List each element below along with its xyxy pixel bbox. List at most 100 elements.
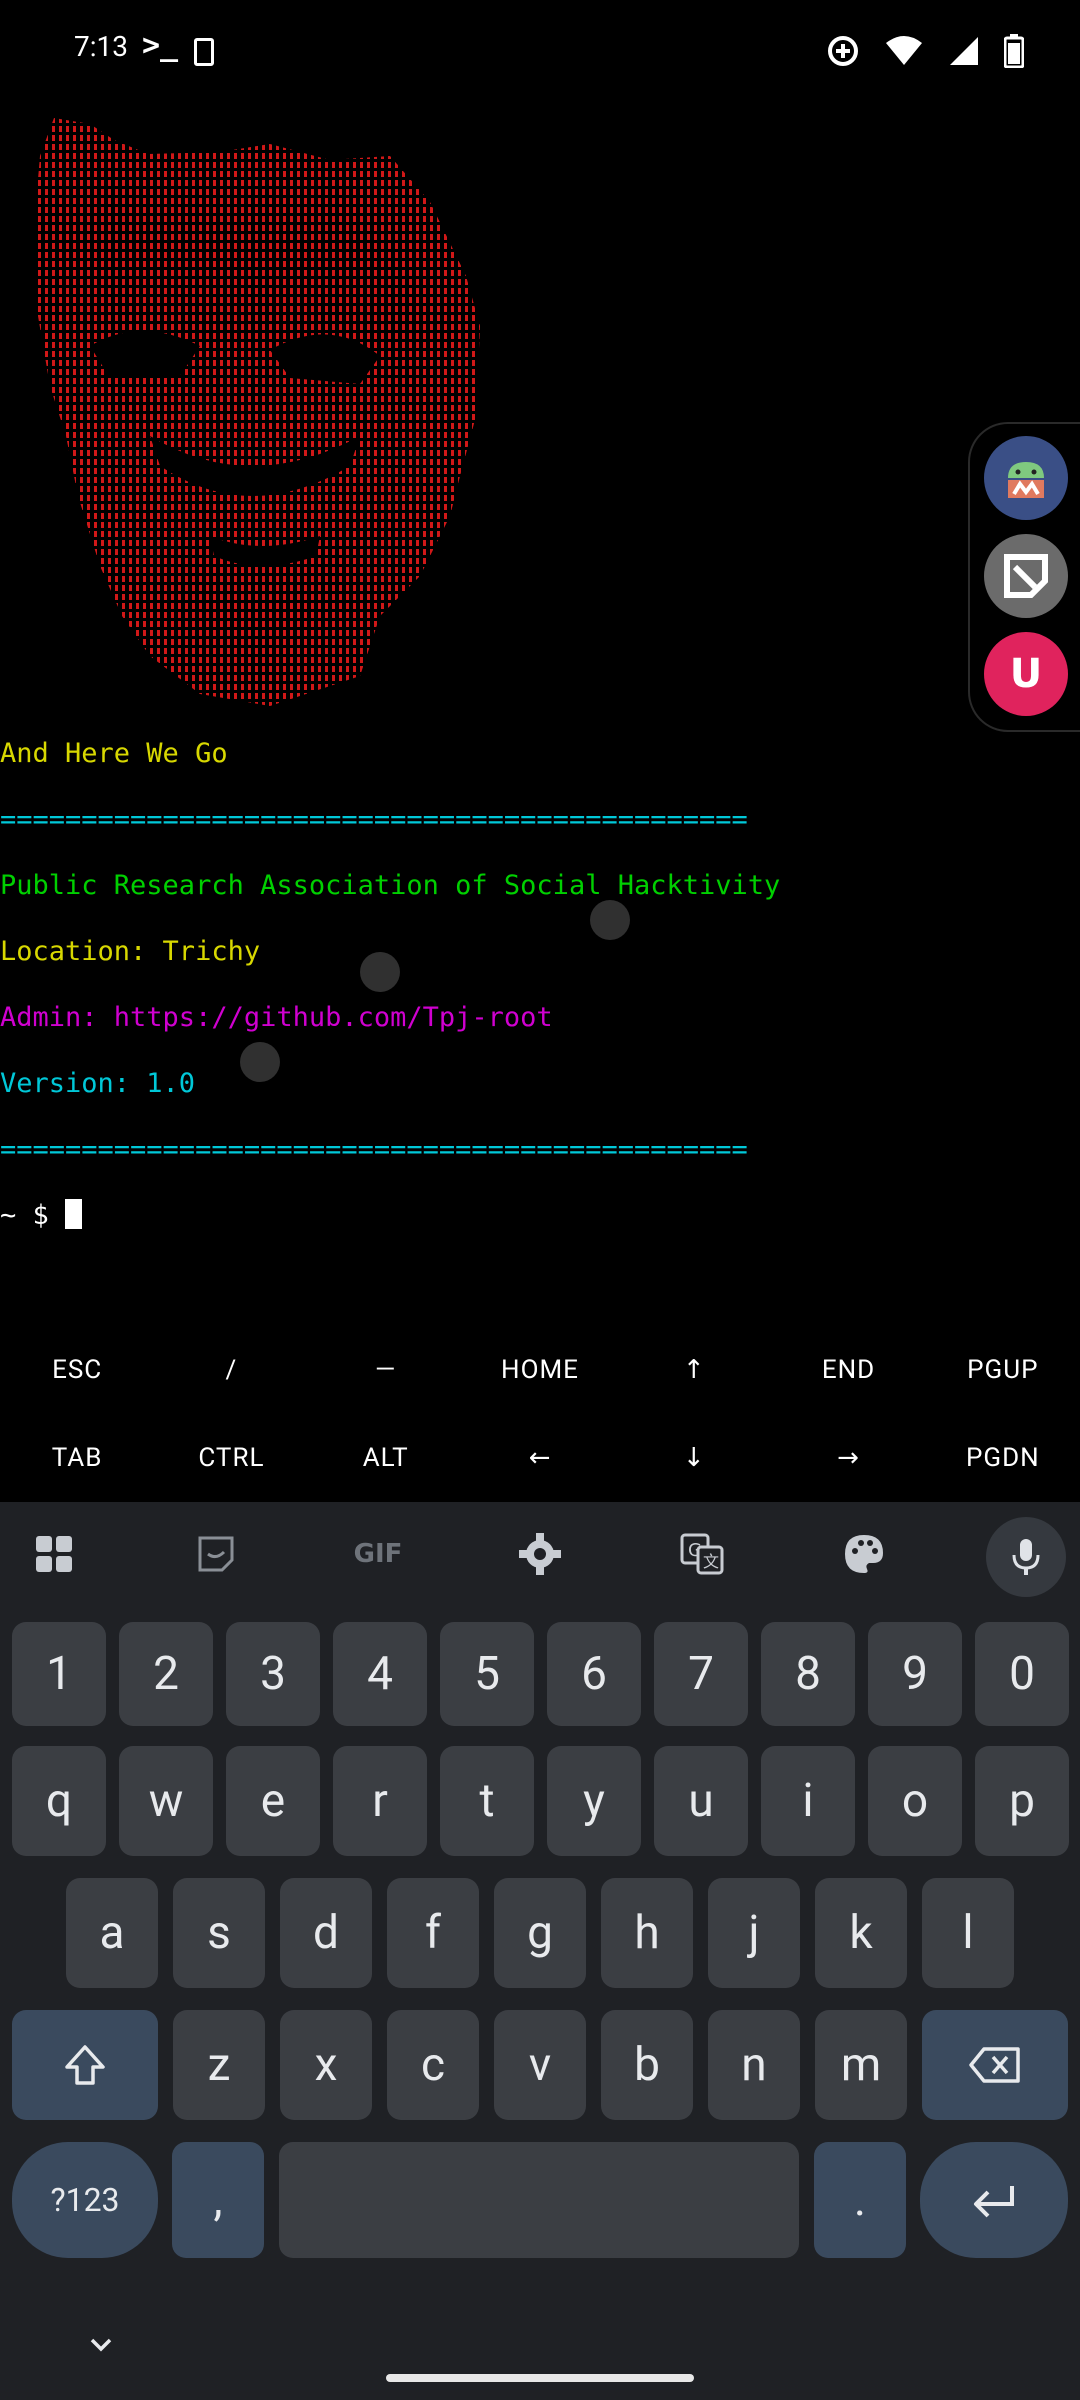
svg-text:文: 文 [703,1552,719,1571]
key-d[interactable]: d [280,1878,372,1988]
key-a[interactable]: a [66,1878,158,1988]
terminal-divider: ========================================… [0,804,748,835]
dash-key[interactable]: — [309,1326,463,1414]
key-w[interactable]: w [119,1746,213,1856]
shift-icon [65,2045,105,2085]
microphone-button[interactable] [986,1517,1066,1597]
terminal-output: And Here We Go =========================… [0,704,780,1298]
key-1[interactable]: 1 [12,1622,106,1726]
key-f[interactable]: f [387,1878,479,1988]
terminal-line: Version: 1.0 [0,1068,196,1099]
home-key[interactable]: HOME [463,1326,617,1414]
key-v[interactable]: v [494,2010,586,2120]
palette-icon[interactable] [836,1526,892,1582]
arrow-down-key[interactable]: ↓ [617,1414,771,1502]
pgdn-key[interactable]: PGDN [926,1414,1080,1502]
end-key[interactable]: END [771,1326,925,1414]
text-cursor [65,1199,83,1229]
key-l[interactable]: l [922,1878,1014,1988]
apps-grid-icon[interactable] [26,1526,82,1582]
key-o[interactable]: o [868,1746,962,1856]
notes-bubble[interactable] [984,534,1068,618]
key-8[interactable]: 8 [761,1622,855,1726]
key-i[interactable]: i [761,1746,855,1856]
key-u[interactable]: u [654,1746,748,1856]
key-x[interactable]: x [280,2010,372,2120]
command-prompt[interactable]: ~ $ [0,1199,780,1232]
backspace-key[interactable] [922,2010,1068,2120]
sticker-icon[interactable] [188,1526,244,1582]
terminal-line: And Here We Go [0,738,228,769]
key-s[interactable]: s [173,1878,265,1988]
status-bar: 7:13 >_ [0,0,1080,104]
key-2[interactable]: 2 [119,1622,213,1726]
signal-icon [950,37,978,65]
soft-keyboard: GIF G文 1 2 3 4 5 6 7 8 9 0 q w e r t y u… [0,1502,1080,2400]
key-j[interactable]: j [708,1878,800,1988]
arrow-left-key[interactable]: ← [463,1414,617,1502]
key-p[interactable]: p [975,1746,1069,1856]
wifi-icon [886,36,922,65]
data-saver-icon [828,36,858,66]
key-b[interactable]: b [601,2010,693,2120]
enter-key[interactable] [920,2142,1068,2258]
arrow-up-key[interactable]: ↑ [617,1326,771,1414]
pgup-key[interactable]: PGUP [926,1326,1080,1414]
terminal-line: Admin: https://github.com/Tpj-root [0,1002,553,1033]
tab-key[interactable]: TAB [0,1414,154,1502]
extra-keys-row: TAB CTRL ALT ← ↓ → PGDN [0,1414,1080,1502]
key-c[interactable]: c [387,2010,479,2120]
key-4[interactable]: 4 [333,1622,427,1726]
status-time: 7:13 [74,30,128,63]
android-tools-bubble[interactable] [984,436,1068,520]
enter-icon [974,2186,1014,2218]
key-e[interactable]: e [226,1746,320,1856]
termux-sim-icon [194,38,214,66]
arrow-right-key[interactable]: → [771,1414,925,1502]
uc-icon: U [1009,651,1043,697]
note-icon [1004,554,1048,598]
chevron-down-icon[interactable] [86,2330,116,2360]
key-g[interactable]: g [494,1878,586,1988]
status-icons [826,34,1024,68]
key-m[interactable]: m [815,2010,907,2120]
key-z[interactable]: z [173,2010,265,2120]
shift-key[interactable] [12,2010,158,2120]
period-key[interactable]: . [814,2142,906,2258]
slash-key[interactable]: / [154,1326,308,1414]
terminal-view[interactable]: And Here We Go =========================… [0,100,1080,1330]
key-6[interactable]: 6 [547,1622,641,1726]
extra-keys-row: ESC / — HOME ↑ END PGUP [0,1326,1080,1414]
settings-gear-icon[interactable] [512,1526,568,1582]
keyboard-toolbar: GIF G文 [0,1502,1080,1600]
uc-bubble[interactable]: U [984,632,1068,716]
terminal-divider: ========================================… [0,1134,748,1165]
android-icon [1008,462,1044,498]
space-bar[interactable] [279,2142,799,2258]
gif-label: GIF [353,1539,403,1569]
gesture-nav-handle[interactable] [386,2374,694,2382]
symbols-key[interactable]: ?123 [12,2142,158,2258]
key-3[interactable]: 3 [226,1622,320,1726]
key-q[interactable]: q [12,1746,106,1856]
translate-icon[interactable]: G文 [674,1526,730,1582]
key-9[interactable]: 9 [868,1622,962,1726]
key-t[interactable]: t [440,1746,534,1856]
gif-icon[interactable]: GIF [346,1526,410,1582]
key-y[interactable]: y [547,1746,641,1856]
floating-app-bubbles: U [968,422,1080,732]
alt-key[interactable]: ALT [309,1414,463,1502]
termux-notification-icon: >_ [142,28,179,63]
microphone-icon [1012,1539,1040,1575]
ctrl-key[interactable]: CTRL [154,1414,308,1502]
key-5[interactable]: 5 [440,1622,534,1726]
key-k[interactable]: k [815,1878,907,1988]
key-n[interactable]: n [708,2010,800,2120]
key-0[interactable]: 0 [975,1622,1069,1726]
touch-indicator [240,1042,280,1082]
comma-key[interactable]: , [172,2142,264,2258]
key-7[interactable]: 7 [654,1622,748,1726]
key-r[interactable]: r [333,1746,427,1856]
esc-key[interactable]: ESC [0,1326,154,1414]
key-h[interactable]: h [601,1878,693,1988]
